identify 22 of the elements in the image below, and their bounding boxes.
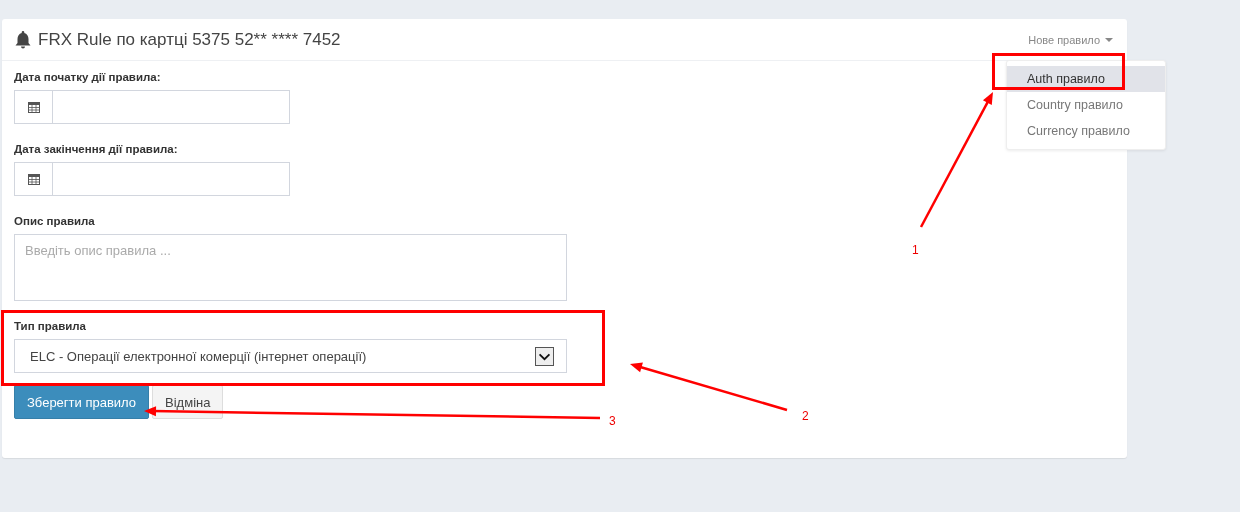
chevron-icon <box>535 346 554 366</box>
annotation-number: 2 <box>802 409 809 423</box>
menu-item[interactable]: Country правило <box>1007 92 1165 118</box>
field-label: Дата початку дії правила: <box>14 71 161 83</box>
caret-icon <box>1105 37 1113 42</box>
calendar-icon <box>27 101 40 113</box>
annotation-number: 3 <box>609 414 616 428</box>
date-field[interactable] <box>14 90 290 124</box>
field-label: Опис правила <box>14 215 95 227</box>
field-label: Дата закінчення дії правила: <box>14 143 178 155</box>
menu-item[interactable]: Auth правило <box>1007 66 1165 92</box>
date-field[interactable] <box>14 162 290 196</box>
field-label: Тип правила <box>14 320 86 332</box>
menu-item[interactable]: Currency правило <box>1007 118 1165 144</box>
save-button[interactable]: Зберегти правило <box>14 385 150 419</box>
calendar-icon <box>27 173 40 185</box>
new-rule-dropdown[interactable]: Нове правило <box>1028 33 1113 46</box>
bell-icon <box>14 30 32 49</box>
panel-title: FRX Rule по картці 5375 52** **** 7452 <box>38 29 341 50</box>
rule-type-select[interactable]: ELC - Операції електронної комерції (інтернет операції) <box>14 339 567 373</box>
description-field[interactable]: Введіть опис правила ... <box>14 234 567 301</box>
annotation-number: 1 <box>912 243 919 257</box>
